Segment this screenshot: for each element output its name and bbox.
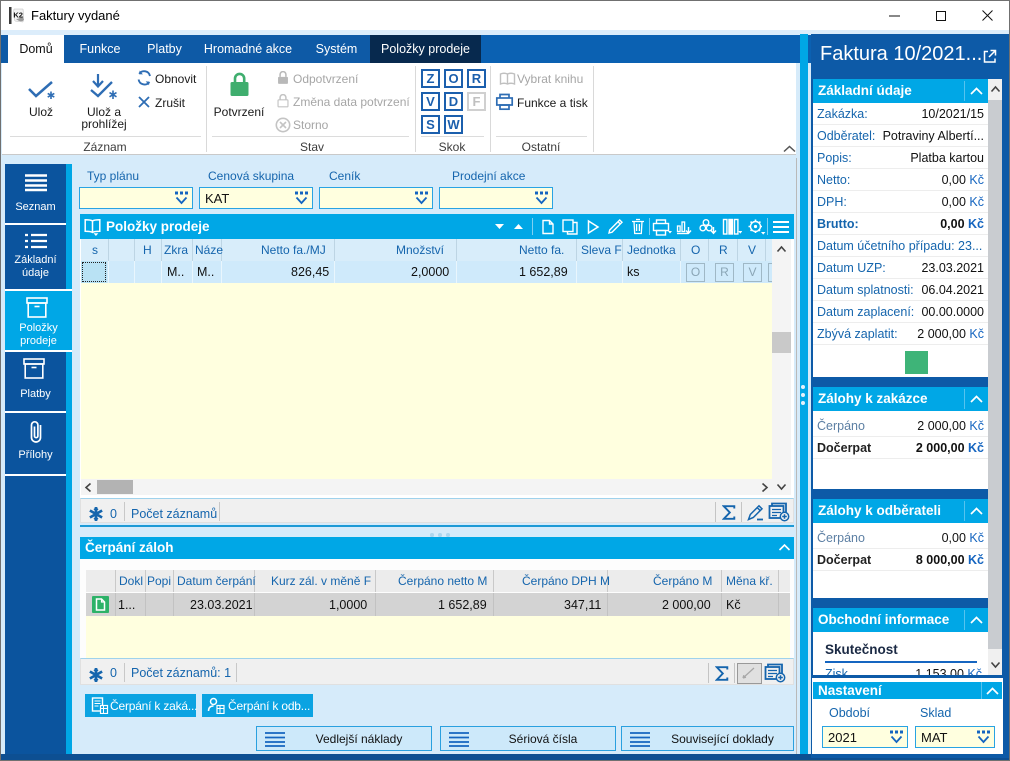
svg-text:K2: K2 xyxy=(13,11,23,20)
